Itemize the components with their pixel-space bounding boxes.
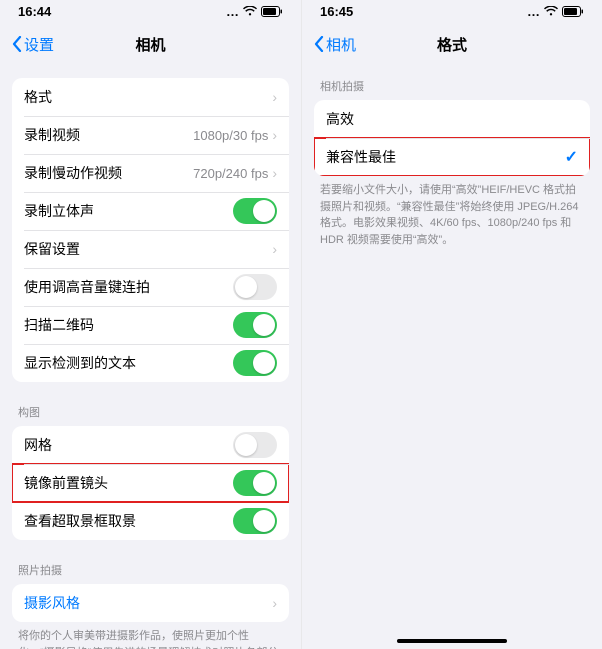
back-button[interactable]: 设置 bbox=[8, 30, 58, 59]
toggle-switch[interactable] bbox=[233, 274, 277, 300]
toggle-switch[interactable] bbox=[233, 350, 277, 376]
list-main: 格式›录制视频1080p/30 fps›录制慢动作视频720p/240 fps›… bbox=[12, 78, 289, 382]
chevron-left-icon bbox=[12, 36, 22, 52]
chevron-right-icon: › bbox=[272, 241, 277, 257]
status-time: 16:45 bbox=[320, 4, 353, 19]
list-row[interactable]: 使用调高音量键连拍 bbox=[12, 268, 289, 306]
row-label: 高效 bbox=[326, 109, 578, 129]
list-row[interactable]: 录制立体声 bbox=[12, 192, 289, 230]
chevron-right-icon: › bbox=[272, 89, 277, 105]
row-label: 录制立体声 bbox=[24, 201, 233, 221]
wifi-icon bbox=[243, 6, 257, 16]
group-main: 格式›录制视频1080p/30 fps›录制慢动作视频720p/240 fps›… bbox=[12, 78, 289, 382]
row-label: 兼容性最佳 bbox=[326, 147, 565, 167]
list-row[interactable]: 兼容性最佳✓ bbox=[314, 138, 590, 176]
list-row[interactable]: 高效 bbox=[314, 100, 590, 138]
toggle-switch[interactable] bbox=[233, 508, 277, 534]
toggle-switch[interactable] bbox=[233, 470, 277, 496]
back-label: 相机 bbox=[326, 34, 356, 55]
list-row[interactable]: 保留设置› bbox=[12, 230, 289, 268]
row-label: 使用调高音量键连拍 bbox=[24, 277, 233, 297]
row-label: 录制慢动作视频 bbox=[24, 163, 193, 183]
list-row[interactable]: 扫描二维码 bbox=[12, 306, 289, 344]
chevron-right-icon: › bbox=[272, 165, 277, 181]
row-label: 扫描二维码 bbox=[24, 315, 233, 335]
group-footer: 若要缩小文件大小，请使用“高效”HEIF/HEVC 格式拍摄照片和视频。“兼容性… bbox=[314, 176, 590, 248]
group-composition: 构图 网格镜像前置镜头查看超取景框取景 bbox=[12, 404, 289, 540]
list-row[interactable]: 显示检测到的文本 bbox=[12, 344, 289, 382]
chevron-left-icon bbox=[314, 36, 324, 52]
row-detail: 720p/240 fps bbox=[193, 166, 268, 181]
row-detail: 1080p/30 fps bbox=[193, 128, 268, 143]
content: 格式›录制视频1080p/30 fps›录制慢动作视频720p/240 fps›… bbox=[0, 66, 301, 649]
list-row[interactable]: 录制视频1080p/30 fps › bbox=[12, 116, 289, 154]
toggle-switch[interactable] bbox=[233, 312, 277, 338]
row-label: 查看超取景框取景 bbox=[24, 511, 233, 531]
group-photo-capture: 照片拍摄 摄影风格› 将你的个人审美带进摄影作品，使照片更加个性化。“摄影风格”… bbox=[12, 562, 289, 649]
group-header: 照片拍摄 bbox=[12, 562, 289, 584]
group-camera-capture: 相机拍摄 高效兼容性最佳✓ 若要缩小文件大小，请使用“高效”HEIF/HEVC … bbox=[314, 78, 590, 248]
dots-icon: … bbox=[527, 4, 540, 19]
status-bar: 16:45 … bbox=[302, 0, 602, 22]
list-row[interactable]: 录制慢动作视频720p/240 fps › bbox=[12, 154, 289, 192]
row-label: 格式 bbox=[24, 87, 272, 107]
status-right: … bbox=[527, 4, 584, 19]
checkmark-icon: ✓ bbox=[565, 147, 578, 167]
list-row[interactable]: 查看超取景框取景 bbox=[12, 502, 289, 540]
status-right: … bbox=[226, 4, 283, 19]
wifi-icon bbox=[544, 6, 558, 16]
home-indicator bbox=[397, 639, 507, 643]
nav-bar: 相机 格式 bbox=[302, 22, 602, 66]
dots-icon: … bbox=[226, 4, 239, 19]
list-row[interactable]: 网格 bbox=[12, 426, 289, 464]
battery-icon bbox=[261, 6, 283, 17]
toggle-switch[interactable] bbox=[233, 432, 277, 458]
nav-bar: 设置 相机 bbox=[0, 22, 301, 66]
row-label: 录制视频 bbox=[24, 125, 193, 145]
group-footer: 将你的个人审美带进摄影作品，使照片更加个性化。“摄影风格”使用先进的场景理解技术… bbox=[12, 622, 289, 649]
chevron-right-icon: › bbox=[272, 127, 277, 143]
list-photo-capture: 摄影风格› bbox=[12, 584, 289, 622]
status-time: 16:44 bbox=[18, 4, 51, 19]
group-header: 构图 bbox=[12, 404, 289, 426]
row-label: 镜像前置镜头 bbox=[24, 473, 233, 493]
status-bar: 16:44 … bbox=[0, 0, 301, 22]
list-camera-capture: 高效兼容性最佳✓ bbox=[314, 100, 590, 176]
pane-camera: 16:44 … 设置 相机 格式›录制视频1080p/30 fps›录制慢动作视… bbox=[0, 0, 301, 649]
toggle-switch[interactable] bbox=[233, 198, 277, 224]
group-header: 相机拍摄 bbox=[314, 78, 590, 100]
list-row[interactable]: 摄影风格› bbox=[12, 584, 289, 622]
row-label: 摄影风格 bbox=[24, 593, 272, 613]
battery-icon bbox=[562, 6, 584, 17]
list-composition: 网格镜像前置镜头查看超取景框取景 bbox=[12, 426, 289, 540]
chevron-right-icon: › bbox=[272, 595, 277, 611]
pane-formats: 16:45 … 相机 格式 相机拍摄 高效兼容性最佳✓ 若要缩小文件大小，请使用… bbox=[301, 0, 602, 649]
row-label: 保留设置 bbox=[24, 239, 272, 259]
back-button[interactable]: 相机 bbox=[310, 30, 360, 59]
list-row[interactable]: 格式› bbox=[12, 78, 289, 116]
back-label: 设置 bbox=[24, 34, 54, 55]
list-row[interactable]: 镜像前置镜头 bbox=[12, 464, 289, 502]
content: 相机拍摄 高效兼容性最佳✓ 若要缩小文件大小，请使用“高效”HEIF/HEVC … bbox=[302, 66, 602, 649]
row-label: 网格 bbox=[24, 435, 233, 455]
row-label: 显示检测到的文本 bbox=[24, 353, 233, 373]
